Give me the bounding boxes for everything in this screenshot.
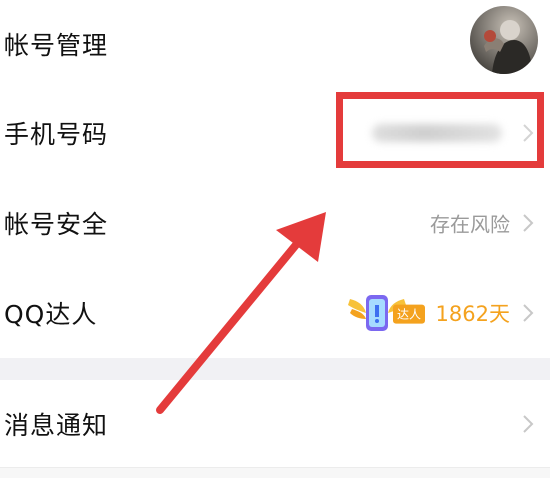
settings-row-account-security[interactable]: 帐号安全 存在风险 [0,178,550,268]
annotation-highlight-box [336,92,544,168]
qq-expert-label: QQ达人 [4,300,98,329]
chevron-right-icon [523,214,534,232]
notifications-label: 消息通知 [4,411,109,440]
bottom-strip [0,468,550,478]
settings-row-notifications[interactable]: 消息通知 [0,380,550,468]
account-management-label: 帐号管理 [4,31,109,60]
section-gap [0,358,550,380]
avatar[interactable] [470,6,538,74]
qq-expert-badge-label: 达人 [392,304,425,324]
security-status-text: 存在风险 [430,212,510,237]
chevron-right-icon [523,304,534,322]
settings-row-qq-expert[interactable]: QQ达人 达人 1862天 [0,268,550,358]
chevron-right-icon [523,415,534,433]
settings-row-account-management[interactable]: 帐号管理 [0,0,550,88]
phone-number-label: 手机号码 [4,120,109,149]
account-security-label: 帐号安全 [4,210,109,239]
qq-expert-days: 1862天 [435,302,510,326]
